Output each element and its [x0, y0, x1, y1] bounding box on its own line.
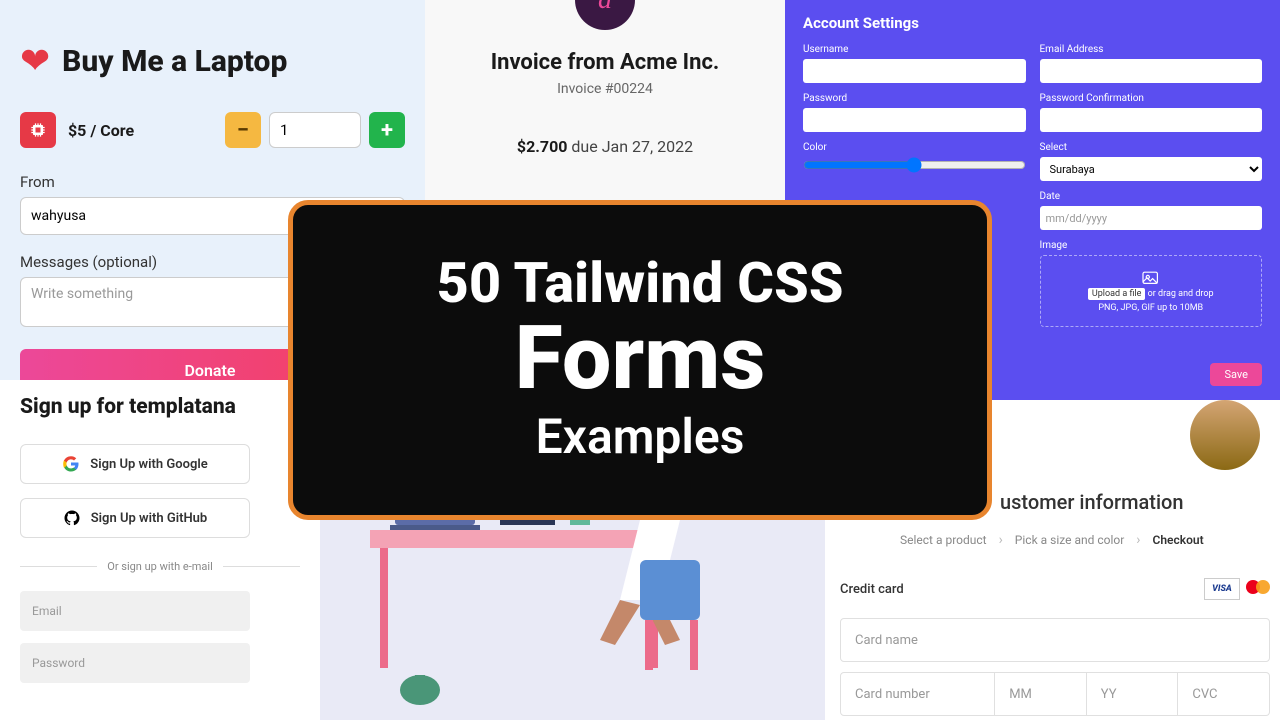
card-name-input[interactable] [840, 618, 1270, 662]
color-label: Color [803, 142, 1026, 153]
overlay-line-1: 50 Tailwind CSS [437, 255, 844, 311]
mastercard-icon [1246, 578, 1270, 600]
google-signup-button[interactable]: Sign Up with Google [20, 444, 250, 484]
step-1[interactable]: Select a product [900, 533, 987, 547]
password-label: Password [803, 93, 1026, 104]
image-label: Image [1040, 240, 1263, 251]
minus-button[interactable]: − [225, 112, 261, 148]
save-button[interactable]: Save [1210, 363, 1262, 386]
image-upload-area[interactable]: Upload a file or drag and drop PNG, JPG,… [1040, 255, 1263, 327]
settings-password-input[interactable] [803, 108, 1026, 132]
username-input[interactable] [803, 59, 1026, 83]
chip-icon [20, 112, 56, 148]
card-cvc-input[interactable] [1178, 672, 1270, 716]
card-mm-input[interactable] [995, 672, 1087, 716]
step-3[interactable]: Checkout [1153, 533, 1204, 547]
select-label: Select [1040, 142, 1263, 153]
color-range[interactable] [803, 157, 1026, 173]
email-address-input[interactable] [1040, 59, 1263, 83]
settings-title: Account Settings [803, 14, 1262, 32]
quantity-stepper: − + [225, 112, 405, 148]
card-brand-icons: VISA [1204, 578, 1270, 600]
plus-button[interactable]: + [369, 112, 405, 148]
github-button-label: Sign Up with GitHub [91, 511, 208, 526]
invoice-amount: $2.700 due Jan 27, 2022 [425, 137, 785, 156]
visa-icon: VISA [1204, 578, 1240, 600]
customer-title: ustomer information [1000, 490, 1270, 514]
invoice-avatar: a [575, 0, 635, 30]
title-overlay: 50 Tailwind CSS Forms Examples [288, 200, 992, 520]
invoice-panel: a Invoice from Acme Inc. Invoice #00224 … [425, 0, 785, 220]
city-select[interactable]: Surabaya [1040, 157, 1263, 181]
email-label: Email Address [1040, 44, 1263, 55]
signup-divider: Or sign up with e-mail [20, 560, 300, 573]
quantity-input[interactable] [269, 112, 361, 148]
customer-avatar [1190, 400, 1260, 470]
invoice-title: Invoice from Acme Inc. [425, 50, 785, 75]
date-label: Date [1040, 191, 1263, 202]
donate-title: Buy Me a Laptop [62, 44, 287, 79]
credit-card-label: Credit card [840, 582, 904, 597]
card-yy-input[interactable] [1087, 672, 1179, 716]
heart-icon: ❤ [20, 40, 50, 82]
google-button-label: Sign Up with Google [90, 457, 207, 472]
signup-title: Sign up for templatana [20, 395, 300, 419]
step-2[interactable]: Pick a size and color [1015, 533, 1125, 547]
credit-card-header: Credit card VISA [840, 578, 1270, 600]
price-label: $5 / Core [68, 121, 134, 140]
password-input[interactable] [20, 643, 250, 683]
donate-title-row: ❤ Buy Me a Laptop [20, 40, 405, 82]
date-input[interactable] [1040, 206, 1263, 230]
github-signup-button[interactable]: Sign Up with GitHub [20, 498, 250, 538]
card-number-input[interactable] [840, 672, 995, 716]
checkout-steps: Select a product › Pick a size and color… [840, 532, 1270, 548]
avatar-letter: a [598, 0, 612, 16]
price-row: $5 / Core − + [20, 112, 405, 148]
password-confirm-input[interactable] [1040, 108, 1263, 132]
password-confirm-label: Password Confirmation [1040, 93, 1263, 104]
overlay-line-2: Forms [515, 311, 766, 408]
chevron-icon: › [999, 532, 1003, 548]
from-label: From [20, 173, 405, 191]
github-icon [63, 509, 81, 527]
signup-panel: Sign up for templatana Sign Up with Goog… [0, 380, 320, 720]
overlay-line-3: Examples [536, 408, 745, 466]
chevron-icon: › [1136, 532, 1140, 548]
google-icon [62, 455, 80, 473]
username-label: Username [803, 44, 1026, 55]
email-input[interactable] [20, 591, 250, 631]
image-icon [1141, 269, 1161, 285]
invoice-number: Invoice #00224 [425, 81, 785, 97]
